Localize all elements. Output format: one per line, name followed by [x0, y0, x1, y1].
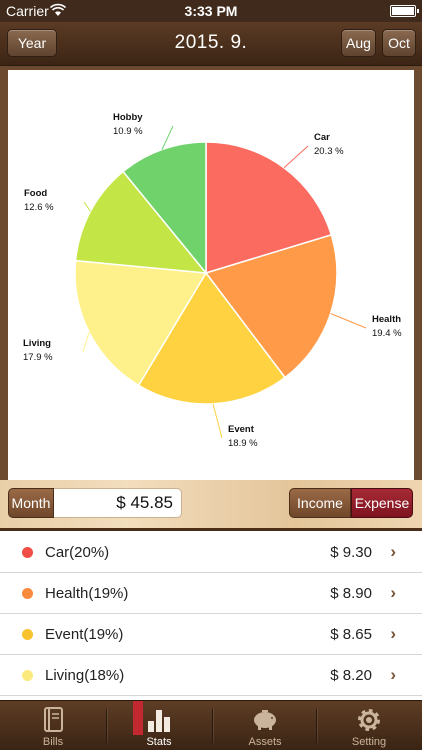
status-bar: Carrier 3:33 PM: [0, 0, 422, 22]
slice-label-food: Food: [24, 188, 47, 199]
leader-line-car: [283, 145, 309, 169]
tab-label: Stats: [146, 736, 172, 748]
category-color-dot: [22, 588, 33, 599]
chevron-right-icon: ›: [390, 542, 396, 561]
list-item[interactable]: Living(18%) $ 8.20 ›: [0, 656, 422, 696]
tab-assets[interactable]: Assets: [212, 701, 318, 750]
chevron-right-icon: ›: [390, 665, 396, 684]
category-color-dot: [22, 670, 33, 681]
slice-label-hobby: Hobby: [113, 112, 143, 123]
total-amount: $ 45.85: [54, 488, 182, 518]
leader-line-living: [82, 331, 90, 353]
list-item[interactable]: Event(19%) $ 8.65 ›: [0, 615, 422, 655]
tab-label: Bills: [42, 736, 64, 748]
pie-chart-panel: Car 20.3 % Health 19.4 % Event 18.9 % Living 17…: [8, 70, 414, 480]
gear-icon: [358, 709, 380, 731]
category-name: Car(20%): [45, 544, 110, 561]
chevron-right-icon: ›: [390, 624, 396, 643]
battery-icon: [390, 5, 419, 17]
category-name: Health(19%): [45, 585, 129, 602]
bills-book-icon: [44, 707, 63, 732]
category-color-dot: [22, 547, 33, 558]
slice-label-health: Health: [372, 314, 401, 325]
category-amount: $ 8.65: [330, 626, 372, 643]
active-tab-ribbon: [133, 701, 143, 735]
clock: 3:33 PM: [184, 3, 238, 19]
piggy-bank-icon: [254, 710, 276, 730]
category-color-dot: [22, 629, 33, 640]
slice-percent-event: 18.9 %: [228, 438, 258, 449]
slice-percent-health: 19.4 %: [372, 328, 402, 339]
tab-bills[interactable]: Bills: [0, 701, 106, 750]
category-name: Event(19%): [45, 626, 124, 643]
list-item[interactable]: Car(20%) $ 9.30 ›: [0, 533, 422, 573]
tab-label: Assets: [248, 736, 282, 748]
income-toggle[interactable]: Income: [289, 488, 351, 518]
navigation-bar: Year 2015. 9. Aug Oct: [0, 22, 422, 66]
slice-label-car: Car: [314, 132, 330, 143]
category-amount: $ 8.20: [330, 667, 372, 684]
next-month-button[interactable]: Oct: [382, 29, 416, 57]
pie-chart: Car 20.3 % Health 19.4 % Event 18.9 % Living 17…: [23, 112, 402, 449]
stats-bars-icon: [148, 710, 170, 732]
leader-line-food: [83, 201, 91, 212]
period-label[interactable]: Month: [8, 488, 54, 518]
category-amount: $ 8.90: [330, 585, 372, 602]
tab-bar: Bills Stats Assets Setting: [0, 700, 422, 750]
category-list: Car(20%) $ 9.30 › Health(19%) $ 8.90 › E…: [0, 528, 422, 700]
tab-stats[interactable]: Stats: [106, 701, 212, 750]
slice-label-living: Living: [23, 338, 51, 349]
slice-percent-living: 17.9 %: [23, 352, 53, 363]
expense-toggle[interactable]: Expense: [351, 488, 413, 518]
leader-line-event: [212, 403, 223, 439]
chevron-right-icon: ›: [390, 583, 396, 602]
slice-label-event: Event: [228, 424, 255, 435]
leader-line-health: [330, 313, 367, 329]
category-name: Living(18%): [45, 667, 125, 684]
category-amount: $ 9.30: [330, 544, 372, 561]
slice-percent-hobby: 10.9 %: [113, 126, 143, 137]
prev-month-button[interactable]: Aug: [341, 29, 376, 57]
slice-percent-car: 20.3 %: [314, 146, 344, 157]
tab-label: Setting: [351, 736, 387, 748]
tab-setting[interactable]: Setting: [316, 701, 422, 750]
list-item[interactable]: Health(19%) $ 8.90 ›: [0, 574, 422, 614]
slice-percent-food: 12.6 %: [24, 202, 54, 213]
